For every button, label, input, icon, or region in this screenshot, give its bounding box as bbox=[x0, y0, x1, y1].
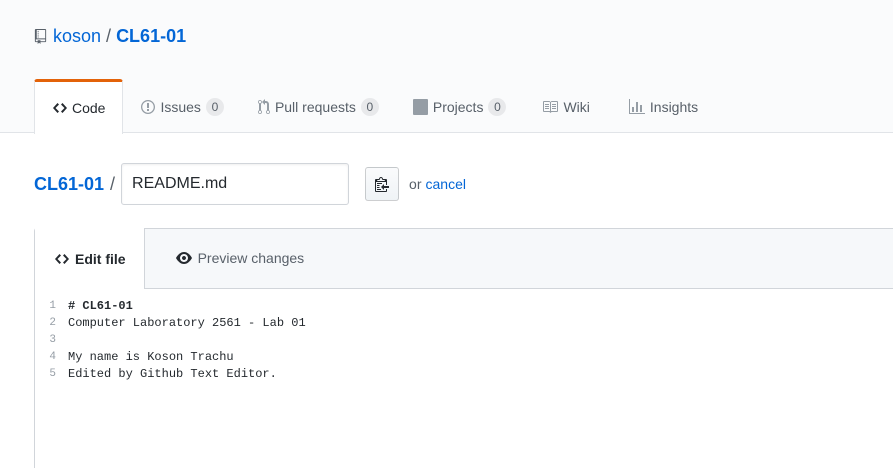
line-content: Computer Laboratory 2561 - Lab 01 bbox=[68, 315, 306, 330]
repo-owner-link[interactable]: koson bbox=[53, 26, 101, 47]
filename-input[interactable] bbox=[121, 163, 350, 205]
repo-title: koson / CL61-01 bbox=[34, 26, 186, 47]
repo-name-link[interactable]: CL61-01 bbox=[116, 26, 186, 47]
file-breadcrumb: CL61-01 / or cancel bbox=[34, 163, 466, 205]
breadcrumb-separator: / bbox=[110, 173, 116, 194]
line-content: My name is Koson Trachu bbox=[68, 349, 234, 364]
tab-projects[interactable]: Projects 0 bbox=[412, 79, 508, 133]
line-content: # CL61-01 bbox=[68, 298, 133, 313]
or-text: or bbox=[409, 176, 422, 192]
code-editor[interactable]: 1 # CL61-01 2 Computer Laboratory 2561 -… bbox=[35, 289, 893, 382]
code-icon bbox=[53, 100, 67, 116]
editor-tabs: Edit file Preview changes bbox=[35, 228, 893, 289]
pull-requests-counter: 0 bbox=[360, 97, 379, 116]
tab-projects-label: Projects bbox=[432, 98, 484, 115]
line-number: 2 bbox=[49, 316, 56, 329]
code-line: 1 # CL61-01 bbox=[35, 297, 893, 314]
line-number: 3 bbox=[49, 333, 56, 346]
tab-pull-requests-label: Pull requests bbox=[274, 98, 356, 115]
cancel-link[interactable]: cancel bbox=[426, 176, 466, 192]
repo-name: CL61-01 bbox=[116, 26, 187, 46]
pull-request-icon bbox=[257, 98, 270, 115]
repo-icon bbox=[34, 29, 47, 44]
tab-issues[interactable]: Issues 0 bbox=[140, 79, 224, 133]
line-number: 1 bbox=[49, 299, 56, 312]
repo-nav: Code Issues 0 Pull requests 0 Projects 0… bbox=[34, 79, 699, 134]
code-line: 4 My name is Koson Trachu bbox=[35, 348, 893, 365]
line-number: 5 bbox=[49, 367, 56, 380]
tab-pull-requests[interactable]: Pull requests 0 bbox=[257, 79, 380, 133]
tab-edit-file-label: Edit file bbox=[75, 250, 126, 267]
tab-insights[interactable]: Insights bbox=[628, 79, 699, 133]
line-number: 4 bbox=[49, 350, 56, 363]
code-line: 5 Edited by Github Text Editor. bbox=[35, 365, 893, 382]
clippy-icon bbox=[375, 177, 390, 192]
breadcrumb-root-link[interactable]: CL61-01 bbox=[34, 174, 104, 195]
tab-wiki-label: Wiki bbox=[563, 98, 590, 115]
repo-header: koson / CL61-01 Code Issues 0 Pull reque… bbox=[0, 0, 893, 134]
tab-preview-changes[interactable]: Preview changes bbox=[145, 228, 305, 288]
code-icon bbox=[55, 251, 69, 267]
line-content: Edited by Github Text Editor. bbox=[68, 366, 277, 381]
graph-icon bbox=[628, 98, 645, 115]
book-icon bbox=[542, 99, 559, 115]
issue-icon bbox=[141, 99, 156, 115]
code-line: 3 bbox=[35, 331, 893, 348]
copy-path-button[interactable] bbox=[365, 167, 400, 201]
tab-issues-label: Issues bbox=[160, 98, 201, 115]
projects-counter: 0 bbox=[488, 97, 507, 116]
tab-code[interactable]: Code bbox=[34, 79, 124, 134]
tab-code-label: Code bbox=[72, 100, 106, 116]
code-line: 2 Computer Laboratory 2561 - Lab 01 bbox=[35, 314, 893, 331]
tab-wiki[interactable]: Wiki bbox=[541, 79, 590, 133]
tab-insights-label: Insights bbox=[649, 98, 699, 115]
file-editor: Edit file Preview changes 1 # CL61-01 2 … bbox=[34, 228, 893, 468]
tab-preview-changes-label: Preview changes bbox=[197, 250, 305, 266]
issues-counter: 0 bbox=[205, 97, 224, 116]
eye-icon bbox=[175, 250, 192, 266]
tab-edit-file[interactable]: Edit file bbox=[35, 228, 145, 289]
repo-separator: / bbox=[106, 26, 112, 46]
project-icon bbox=[412, 98, 428, 115]
